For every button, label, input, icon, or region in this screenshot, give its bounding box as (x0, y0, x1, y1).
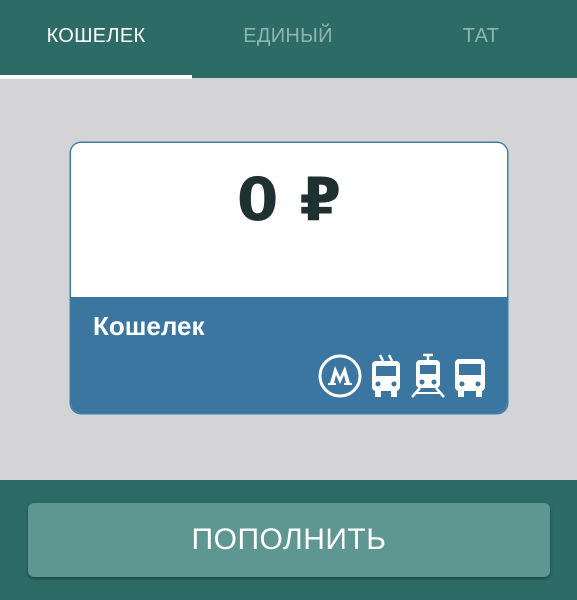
card-name: Кошелек (93, 311, 205, 341)
tram-icon (411, 353, 445, 398)
tab-unified-label: ЕДИНЫЙ (243, 24, 333, 47)
tab-bar: КОШЕЛЕК ЕДИНЫЙ ТАТ (0, 0, 577, 79)
top-up-button-label: ПОПОЛНИТЬ (191, 523, 387, 556)
metro-icon (318, 354, 362, 398)
tab-unified[interactable]: ЕДИНЫЙ (192, 0, 384, 78)
card-balance-area: 0 ₽ (71, 143, 507, 297)
card-info-area: Кошелек (71, 297, 507, 413)
bus-icon (455, 359, 485, 397)
trolleybus-icon (372, 354, 400, 397)
transport-icons (317, 353, 487, 399)
tab-tat[interactable]: ТАТ (385, 0, 577, 78)
active-tab-indicator (0, 75, 192, 79)
card-balance: 0 ₽ (236, 165, 342, 235)
tab-tat-label: ТАТ (462, 24, 500, 47)
transport-card[interactable]: 0 ₽ Кошелек (71, 143, 507, 413)
tab-wallet[interactable]: КОШЕЛЕК (0, 0, 192, 78)
tab-wallet-label: КОШЕЛЕК (46, 24, 146, 47)
top-up-button[interactable]: ПОПОЛНИТЬ (28, 503, 550, 577)
